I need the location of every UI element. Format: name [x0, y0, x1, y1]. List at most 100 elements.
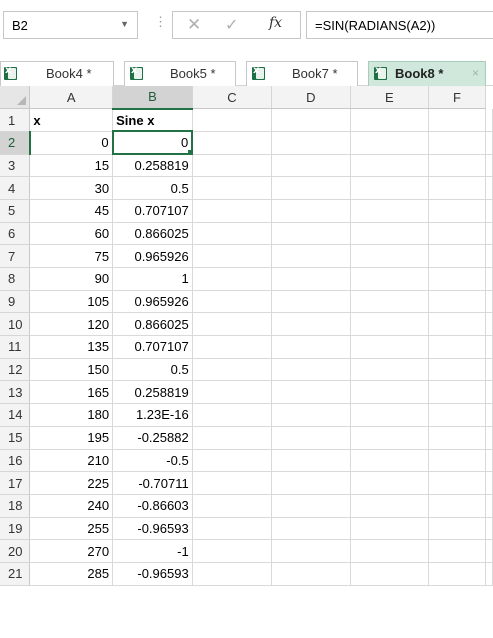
cell-d[interactable] — [271, 108, 351, 132]
cell-f[interactable] — [428, 222, 486, 246]
tab-book4[interactable]: Book4 * — [0, 61, 114, 86]
cell-a[interactable]: 255 — [29, 517, 114, 541]
cell-b[interactable]: 1 — [112, 267, 193, 291]
cell-a[interactable]: 270 — [29, 539, 114, 563]
cell-c[interactable] — [192, 380, 273, 405]
row-header[interactable]: 16 — [0, 449, 31, 473]
cell-c[interactable] — [192, 131, 273, 155]
cell-b[interactable]: 0.258819 — [112, 380, 193, 405]
cell-c[interactable] — [192, 222, 273, 246]
cell-b[interactable]: 0.5 — [112, 176, 193, 200]
cell-e[interactable] — [350, 312, 430, 337]
column-header[interactable]: A — [29, 86, 114, 110]
cell-g[interactable] — [485, 131, 493, 155]
row-header[interactable]: 6 — [0, 222, 31, 246]
cell-b[interactable]: -0.25882 — [112, 426, 193, 450]
cell-a[interactable]: 60 — [29, 222, 114, 246]
column-header[interactable]: E — [350, 86, 430, 110]
cell-e[interactable] — [350, 290, 430, 314]
cell-b[interactable]: 0.707107 — [112, 335, 193, 359]
cell-c[interactable] — [192, 449, 273, 473]
cell-e[interactable] — [350, 244, 430, 268]
name-box[interactable]: B2 ▼ — [3, 11, 138, 39]
cell-f[interactable] — [428, 380, 486, 405]
row-header[interactable]: 21 — [0, 562, 31, 586]
cell-d[interactable] — [271, 176, 351, 200]
cell-b[interactable]: -0.96593 — [112, 562, 193, 586]
cell-c[interactable] — [192, 154, 273, 178]
cell-e[interactable] — [350, 154, 430, 178]
cell-a[interactable]: 195 — [29, 426, 114, 450]
cell-e[interactable] — [350, 335, 430, 359]
cell-c[interactable] — [192, 403, 273, 427]
cell-e[interactable] — [350, 380, 430, 405]
tab-book5[interactable]: Book5 * — [124, 61, 236, 86]
tab-book8[interactable]: Book8 * × — [368, 61, 486, 86]
cell-f[interactable] — [428, 267, 486, 291]
chevron-down-icon[interactable]: ▼ — [120, 19, 129, 29]
cell-e[interactable] — [350, 449, 430, 473]
cell-f[interactable] — [428, 494, 486, 518]
cell-g[interactable] — [485, 335, 493, 359]
row-header[interactable]: 15 — [0, 426, 31, 450]
cell-a[interactable]: x — [29, 108, 114, 132]
cell-d[interactable] — [271, 154, 351, 178]
cell-g[interactable] — [485, 312, 493, 337]
cell-g[interactable] — [485, 222, 493, 246]
cell-c[interactable] — [192, 426, 273, 450]
cell-e[interactable] — [350, 199, 430, 223]
cell-b[interactable]: 0.965926 — [112, 244, 193, 268]
cell-f[interactable] — [428, 290, 486, 314]
cell-d[interactable] — [271, 335, 351, 359]
cell-g[interactable] — [485, 290, 493, 314]
cell-g[interactable] — [485, 449, 493, 473]
row-header[interactable]: 7 — [0, 244, 31, 268]
cell-a[interactable]: 0 — [29, 131, 114, 155]
cell-a[interactable]: 240 — [29, 494, 114, 518]
cell-a[interactable]: 45 — [29, 199, 114, 223]
cell-c[interactable] — [192, 176, 273, 200]
cell-f[interactable] — [428, 108, 486, 132]
cell-d[interactable] — [271, 290, 351, 314]
cell-a[interactable]: 180 — [29, 403, 114, 427]
column-header[interactable]: B — [112, 86, 193, 110]
cell-g[interactable] — [485, 108, 493, 132]
row-header[interactable]: 8 — [0, 267, 31, 291]
cell-b[interactable]: -1 — [112, 539, 193, 563]
cell-f[interactable] — [428, 426, 486, 450]
cell-b[interactable]: -0.86603 — [112, 494, 193, 518]
cell-c[interactable] — [192, 494, 273, 518]
cell-f[interactable] — [428, 403, 486, 427]
cell-f[interactable] — [428, 154, 486, 178]
cell-e[interactable] — [350, 494, 430, 518]
cell-f[interactable] — [428, 335, 486, 359]
column-header[interactable]: D — [271, 86, 351, 110]
cell-d[interactable] — [271, 267, 351, 291]
tab-book7[interactable]: Book7 * — [246, 61, 358, 86]
cell-c[interactable] — [192, 335, 273, 359]
insert-function-icon[interactable]: fx — [269, 15, 282, 31]
cell-g[interactable] — [485, 244, 493, 268]
cell-a[interactable]: 210 — [29, 449, 114, 473]
row-header[interactable]: 11 — [0, 335, 31, 359]
cell-g[interactable] — [485, 517, 493, 541]
cell-g[interactable] — [485, 539, 493, 563]
cell-d[interactable] — [271, 312, 351, 337]
cell-c[interactable] — [192, 358, 273, 382]
cell-d[interactable] — [271, 222, 351, 246]
row-header[interactable]: 17 — [0, 471, 31, 495]
cell-a[interactable]: 105 — [29, 290, 114, 314]
cell-c[interactable] — [192, 199, 273, 223]
cell-g[interactable] — [485, 426, 493, 450]
cell-a[interactable]: 135 — [29, 335, 114, 359]
cell-f[interactable] — [428, 358, 486, 382]
cell-b[interactable]: -0.5 — [112, 449, 193, 473]
cell-e[interactable] — [350, 222, 430, 246]
row-header[interactable]: 3 — [0, 154, 31, 178]
cell-c[interactable] — [192, 471, 273, 495]
cell-e[interactable] — [350, 403, 430, 427]
cell-g[interactable] — [485, 358, 493, 382]
row-header[interactable]: 2 — [0, 131, 31, 155]
cell-e[interactable] — [350, 358, 430, 382]
cell-d[interactable] — [271, 494, 351, 518]
